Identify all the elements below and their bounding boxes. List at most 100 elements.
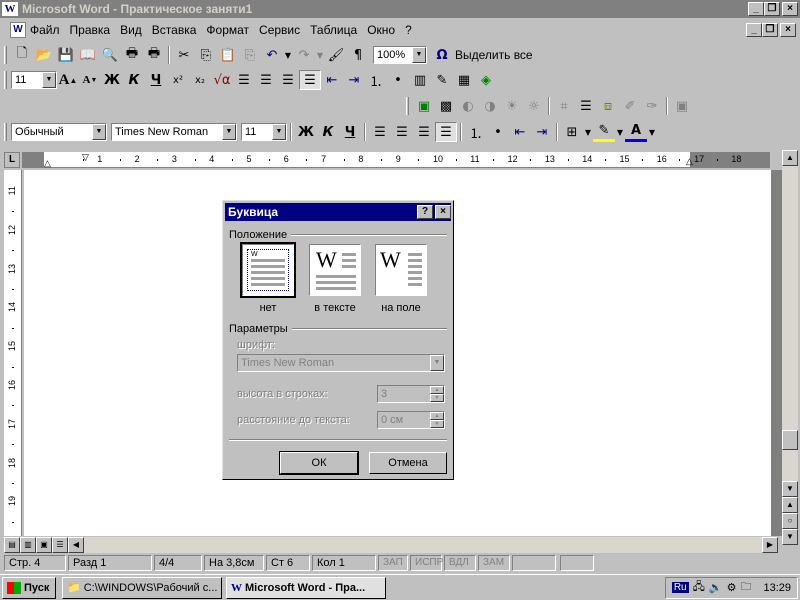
option-in-margin-preview[interactable]: W xyxy=(375,244,427,296)
book-icon[interactable]: 📖 xyxy=(77,45,99,65)
font-select[interactable]: Times New Roman ▼ xyxy=(237,354,445,372)
height-spin[interactable]: ▲ ▼ xyxy=(430,386,444,402)
status-ext[interactable]: ВДЛ xyxy=(444,555,476,571)
increase-indent-icon[interactable]: ⇥ xyxy=(531,122,553,142)
menu-edit[interactable]: Правка xyxy=(70,23,111,37)
transparent-icon[interactable]: ✑ xyxy=(641,96,663,116)
preview-icon[interactable]: 🔍 xyxy=(99,45,121,65)
line-style-icon[interactable]: ☰ xyxy=(575,96,597,116)
open-folder-icon[interactable]: 📂 xyxy=(33,45,55,65)
print-icon[interactable]: 🖶 xyxy=(121,45,143,65)
align-left-icon[interactable]: ☰ xyxy=(233,70,255,90)
bold-icon[interactable]: Ж xyxy=(101,70,123,90)
undo-dropdown-icon[interactable]: ▼ xyxy=(283,45,293,65)
image-color-icon[interactable]: ▩ xyxy=(435,96,457,116)
option-in-text[interactable]: W в тексте xyxy=(309,244,361,314)
font-combo[interactable]: Times New Roman ▼ xyxy=(111,123,237,141)
clock[interactable]: 13:29 xyxy=(763,582,791,594)
redo-icon[interactable]: ↷ xyxy=(293,45,315,65)
scroll-left-button[interactable]: ◀ xyxy=(68,537,84,553)
cancel-button[interactable]: Отмена xyxy=(369,452,447,474)
underline-button[interactable]: Ч xyxy=(339,122,361,142)
spin-up-icon[interactable]: ▲ xyxy=(430,412,444,420)
menu-window[interactable]: Окно xyxy=(367,23,395,37)
help-button[interactable]: ? xyxy=(417,205,433,219)
cut-icon[interactable]: ✂ xyxy=(173,45,195,65)
italic-button[interactable]: К xyxy=(317,122,339,142)
more-brightness-icon[interactable]: ☀ xyxy=(501,96,523,116)
scroll-down-button[interactable]: ▼ xyxy=(782,481,798,497)
next-page-button[interactable]: ▼ xyxy=(782,529,798,545)
normal-view-button[interactable]: ▤ xyxy=(4,537,20,553)
start-button[interactable]: Пуск xyxy=(2,576,56,599)
distance-input[interactable]: 0 см ▲ ▼ xyxy=(377,411,445,429)
menu-file[interactable]: Файл xyxy=(30,23,60,37)
numbered-list-icon[interactable]: ⒈ xyxy=(365,70,387,90)
shrink-font-icon[interactable]: A ▼ xyxy=(79,70,101,90)
recolor-icon[interactable]: ✐ xyxy=(619,96,641,116)
menu-format[interactable]: Формат xyxy=(206,23,249,37)
highlight-dropdown-icon[interactable]: ▼ xyxy=(615,122,625,142)
language-indicator[interactable]: Ru xyxy=(671,582,689,593)
chevron-down-icon[interactable]: ▼ xyxy=(412,47,426,63)
bulleted-list-icon[interactable]: • xyxy=(387,70,409,90)
paste-icon[interactable]: 📋 xyxy=(217,45,239,65)
right-indent-marker[interactable]: △ xyxy=(686,156,693,167)
copy-icon[interactable]: ⎘ xyxy=(195,45,217,65)
reset-picture-icon[interactable]: ▣ xyxy=(671,96,693,116)
italic-icon[interactable]: К xyxy=(123,70,145,90)
option-in-text-preview[interactable]: W xyxy=(309,244,361,296)
status-trk[interactable]: ИСПР xyxy=(410,555,443,571)
dialog-close-button[interactable]: × xyxy=(435,205,451,219)
word-app-icon[interactable]: W xyxy=(2,2,18,16)
brush-icon[interactable]: 🖌 xyxy=(325,45,347,65)
doc-close-button[interactable]: × xyxy=(780,23,796,37)
chevron-down-icon[interactable]: ▼ xyxy=(272,124,286,140)
menu-tools[interactable]: Сервис xyxy=(259,23,300,37)
bold-button[interactable]: Ж xyxy=(295,122,317,142)
undo-icon[interactable]: ↶ xyxy=(261,45,283,65)
size-combo[interactable]: 11 ▼ xyxy=(241,123,287,141)
doc-restore-button[interactable]: ❐ xyxy=(762,23,778,37)
highlight-icon[interactable]: ✎ xyxy=(593,122,615,142)
page-layout-button[interactable]: ▣ xyxy=(36,537,52,553)
align-right-icon[interactable]: ☰ xyxy=(413,122,435,142)
menu-insert[interactable]: Вставка xyxy=(152,23,197,37)
less-brightness-icon[interactable]: ☼ xyxy=(523,96,545,116)
chevron-down-icon[interactable]: ▼ xyxy=(42,72,56,88)
align-left-icon[interactable]: ☰ xyxy=(369,122,391,142)
document-icon[interactable]: W xyxy=(10,22,26,38)
minimize-button[interactable]: _ xyxy=(748,2,764,16)
new-doc-icon[interactable]: 🗋 xyxy=(11,45,33,65)
online-view-button[interactable]: ▥ xyxy=(20,537,36,553)
crop-icon[interactable]: ⌗ xyxy=(553,96,575,116)
font-color-dropdown-icon[interactable]: ▼ xyxy=(647,122,657,142)
superscript-icon[interactable]: x² xyxy=(167,70,189,90)
chevron-down-icon[interactable]: ▼ xyxy=(222,124,236,140)
vertical-scrollbar[interactable]: ▲ ▼ ▲ ○ ▼ xyxy=(782,150,798,545)
decrease-indent-icon[interactable]: ⇤ xyxy=(509,122,531,142)
tray-app-icon[interactable]: ⚙ xyxy=(727,581,737,594)
spin-down-icon[interactable]: ▼ xyxy=(430,420,444,428)
volume-icon[interactable]: 🔈 xyxy=(709,581,723,594)
doc-minimize-button[interactable]: _ xyxy=(746,23,762,37)
network-icon[interactable]: 🖧 xyxy=(693,578,705,597)
menu-table[interactable]: Таблица xyxy=(310,23,357,37)
align-right-icon[interactable]: ☰ xyxy=(277,70,299,90)
spin-up-icon[interactable]: ▲ xyxy=(430,386,444,394)
chevron-down-icon[interactable]: ▼ xyxy=(92,124,106,140)
option-none-preview[interactable]: W xyxy=(240,242,296,298)
pilcrow-icon[interactable]: ¶ xyxy=(347,45,369,65)
font-color-icon[interactable]: A xyxy=(625,122,647,142)
borders-icon[interactable]: ⊞ xyxy=(561,122,583,142)
justify-icon[interactable]: ☰ xyxy=(299,70,321,90)
tab-selector[interactable]: L xyxy=(4,152,20,168)
pencil-icon[interactable]: ✎ xyxy=(431,70,453,90)
first-line-indent-marker[interactable]: ▽ xyxy=(82,152,89,163)
restore-button[interactable]: ❐ xyxy=(764,2,780,16)
insert-picture-icon[interactable]: ▣ xyxy=(413,96,435,116)
columns-icon[interactable]: ▥ xyxy=(409,70,431,90)
taskbar-word[interactable]: W Microsoft Word - Пра... xyxy=(226,576,386,599)
option-in-margin[interactable]: W на поле xyxy=(375,244,427,314)
numbered-list-icon[interactable]: ⒈ xyxy=(465,122,487,142)
